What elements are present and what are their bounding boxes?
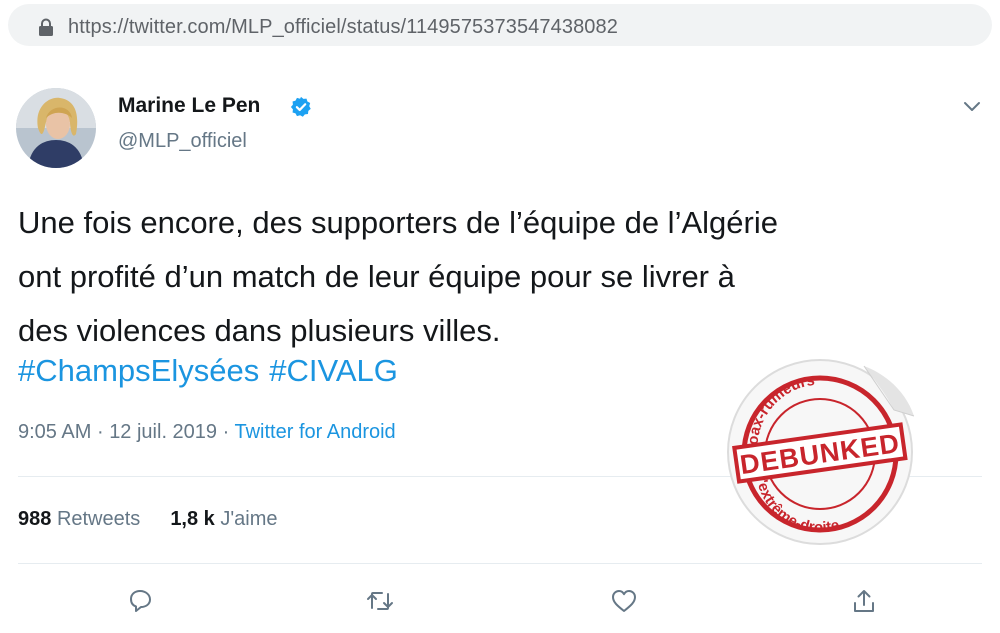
tweet-text-line: Une fois encore, des supporters de l’équ…	[18, 205, 778, 240]
retweets-stat[interactable]: 988 Retweets	[18, 508, 140, 530]
chevron-down-icon[interactable]	[962, 100, 982, 114]
avatar[interactable]	[16, 88, 96, 168]
browser-address-bar: https://twitter.com/MLP_officiel/status/…	[0, 0, 1000, 50]
url-text[interactable]: https://twitter.com/MLP_officiel/status/…	[68, 16, 618, 39]
tweet-text-line: ont profité d’un match de leur équipe po…	[18, 259, 735, 294]
share-button[interactable]	[846, 583, 882, 619]
debunked-stamp: Hoax-rumeurs d'extrême-droite DEBUNKED	[727, 359, 915, 545]
likes-stat[interactable]: 1,8 k J'aime	[170, 508, 277, 530]
retweets-count: 988	[18, 508, 52, 530]
like-icon	[612, 590, 636, 612]
likes-label: J'aime	[220, 508, 278, 530]
retweets-label: Retweets	[56, 508, 141, 530]
author-handle[interactable]: @MLP_officiel	[118, 130, 247, 153]
avatar-photo	[16, 88, 96, 168]
lock-icon	[39, 18, 53, 36]
reply-button[interactable]	[122, 583, 158, 619]
tweet-time[interactable]: 9:05 AM	[18, 421, 91, 443]
meta-separator: ·	[96, 421, 104, 443]
tweet-meta: 9:05 AM · 12 juil. 2019 · Twitter for An…	[18, 421, 396, 444]
hashtag-link[interactable]: #CIVALG	[269, 353, 398, 388]
verified-badge-icon	[290, 96, 311, 117]
author-name[interactable]: Marine Le Pen	[118, 94, 260, 118]
divider	[18, 563, 982, 564]
reply-icon	[130, 590, 151, 612]
share-icon	[854, 590, 874, 612]
retweet-button[interactable]	[362, 583, 398, 619]
tweet-stats: 988 Retweets 1,8 k J'aime	[18, 508, 278, 531]
tweet-text: Une fois encore, des supporters de l’équ…	[18, 196, 978, 358]
url-field[interactable]: https://twitter.com/MLP_officiel/status/…	[8, 4, 992, 46]
hashtags: #ChampsElysées #CIVALG	[18, 344, 408, 398]
tweet-source[interactable]: Twitter for Android	[235, 421, 396, 443]
retweet-icon	[367, 592, 393, 610]
like-button[interactable]	[606, 583, 642, 619]
meta-separator: ·	[222, 421, 230, 443]
hashtag-link[interactable]: #ChampsElysées	[18, 353, 259, 388]
tweet-date[interactable]: 12 juil. 2019	[109, 421, 217, 443]
likes-count: 1,8 k	[170, 508, 215, 530]
